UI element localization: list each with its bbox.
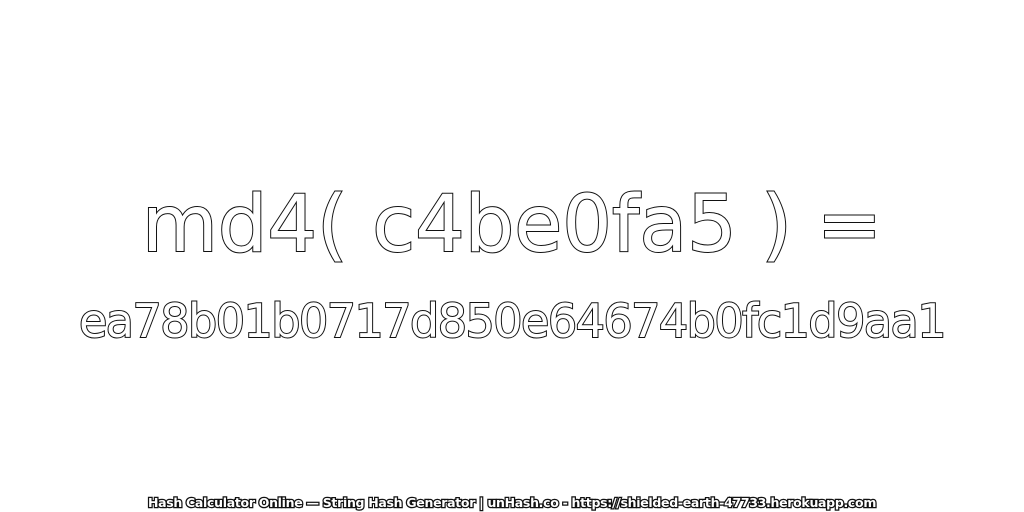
hash-result: ea78b01b0717d850e64674b0fc1d9aa1 — [78, 294, 947, 348]
hash-expression: md4( c4be0fa5 ) = — [141, 180, 883, 270]
image-canvas: md4( c4be0fa5 ) = ea78b01b0717d850e64674… — [0, 0, 1024, 512]
footer-caption: Hash Calculator Online — String Hash Gen… — [147, 495, 878, 510]
